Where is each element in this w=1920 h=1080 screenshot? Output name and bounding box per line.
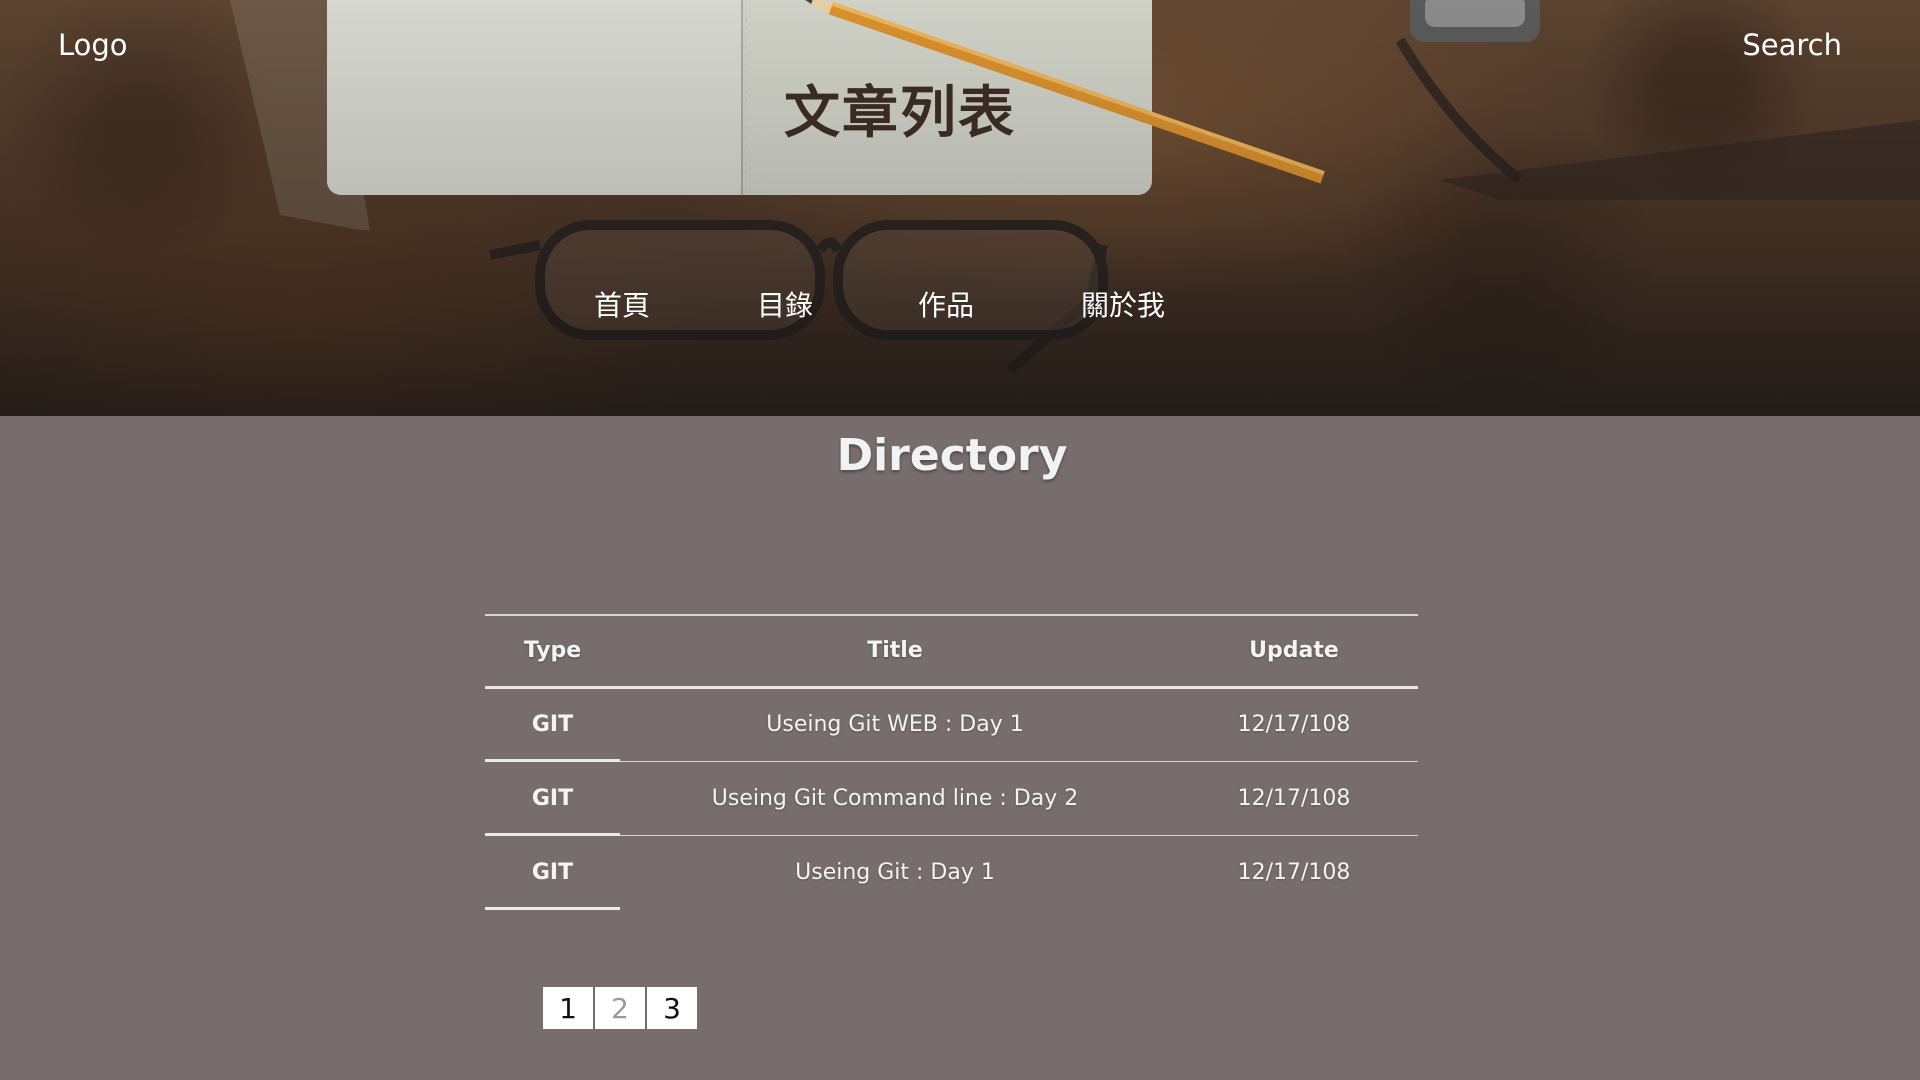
column-header-title: Title [867, 638, 923, 664]
table-row[interactable]: GIT Useing Git WEB : Day 1 12/17/108 [485, 687, 1418, 761]
nav-item-works[interactable]: 作品 [918, 284, 974, 324]
table-row[interactable]: GIT Useing Git Command line : Day 2 12/1… [485, 761, 1418, 835]
row-update-date: 12/17/108 [1237, 785, 1351, 811]
column-header-type: Type [523, 638, 582, 664]
page-button-2-current[interactable]: 2 [595, 987, 645, 1029]
table-row[interactable]: GIT Useing Git : Day 1 12/17/108 [485, 835, 1418, 910]
hero-banner: Logo Search 文章列表 首頁 目錄 作品 關於我 [0, 0, 1920, 416]
pagination: 1 2 3 [543, 987, 697, 1029]
nav-item-home[interactable]: 首頁 [594, 284, 650, 324]
page-title: 文章列表 [784, 81, 1016, 146]
search-link[interactable]: Search [1742, 28, 1842, 62]
row-title-link[interactable]: Useing Git WEB : Day 1 [620, 687, 1170, 761]
page-button-3[interactable]: 3 [647, 987, 697, 1029]
row-update-date: 12/17/108 [1237, 859, 1351, 885]
row-title-link[interactable]: Useing Git : Day 1 [620, 835, 1170, 909]
row-title-link[interactable]: Useing Git Command line : Day 2 [620, 761, 1170, 835]
nav-item-about[interactable]: 關於我 [1081, 284, 1165, 324]
directory-table: Type Title Update GIT Useing Git WEB : D… [485, 614, 1418, 910]
nav-item-directory[interactable]: 目錄 [757, 284, 813, 324]
table-header: Type Title Update [485, 615, 1418, 687]
row-type: GIT [485, 761, 620, 835]
hero-shade-overlay [0, 0, 1920, 416]
page-button-1[interactable]: 1 [543, 987, 593, 1029]
table-body: GIT Useing Git WEB : Day 1 12/17/108 GIT… [485, 687, 1418, 910]
row-type: GIT [485, 687, 620, 761]
logo[interactable]: Logo [58, 28, 128, 62]
table-header-row: Type Title Update [485, 615, 1418, 687]
row-update-date: 12/17/108 [1237, 712, 1351, 737]
column-header-update: Update [1249, 638, 1339, 664]
main-nav: 首頁 目錄 作品 關於我 [0, 284, 1920, 324]
row-type: GIT [485, 835, 620, 910]
section-title: Directory [836, 430, 1068, 481]
